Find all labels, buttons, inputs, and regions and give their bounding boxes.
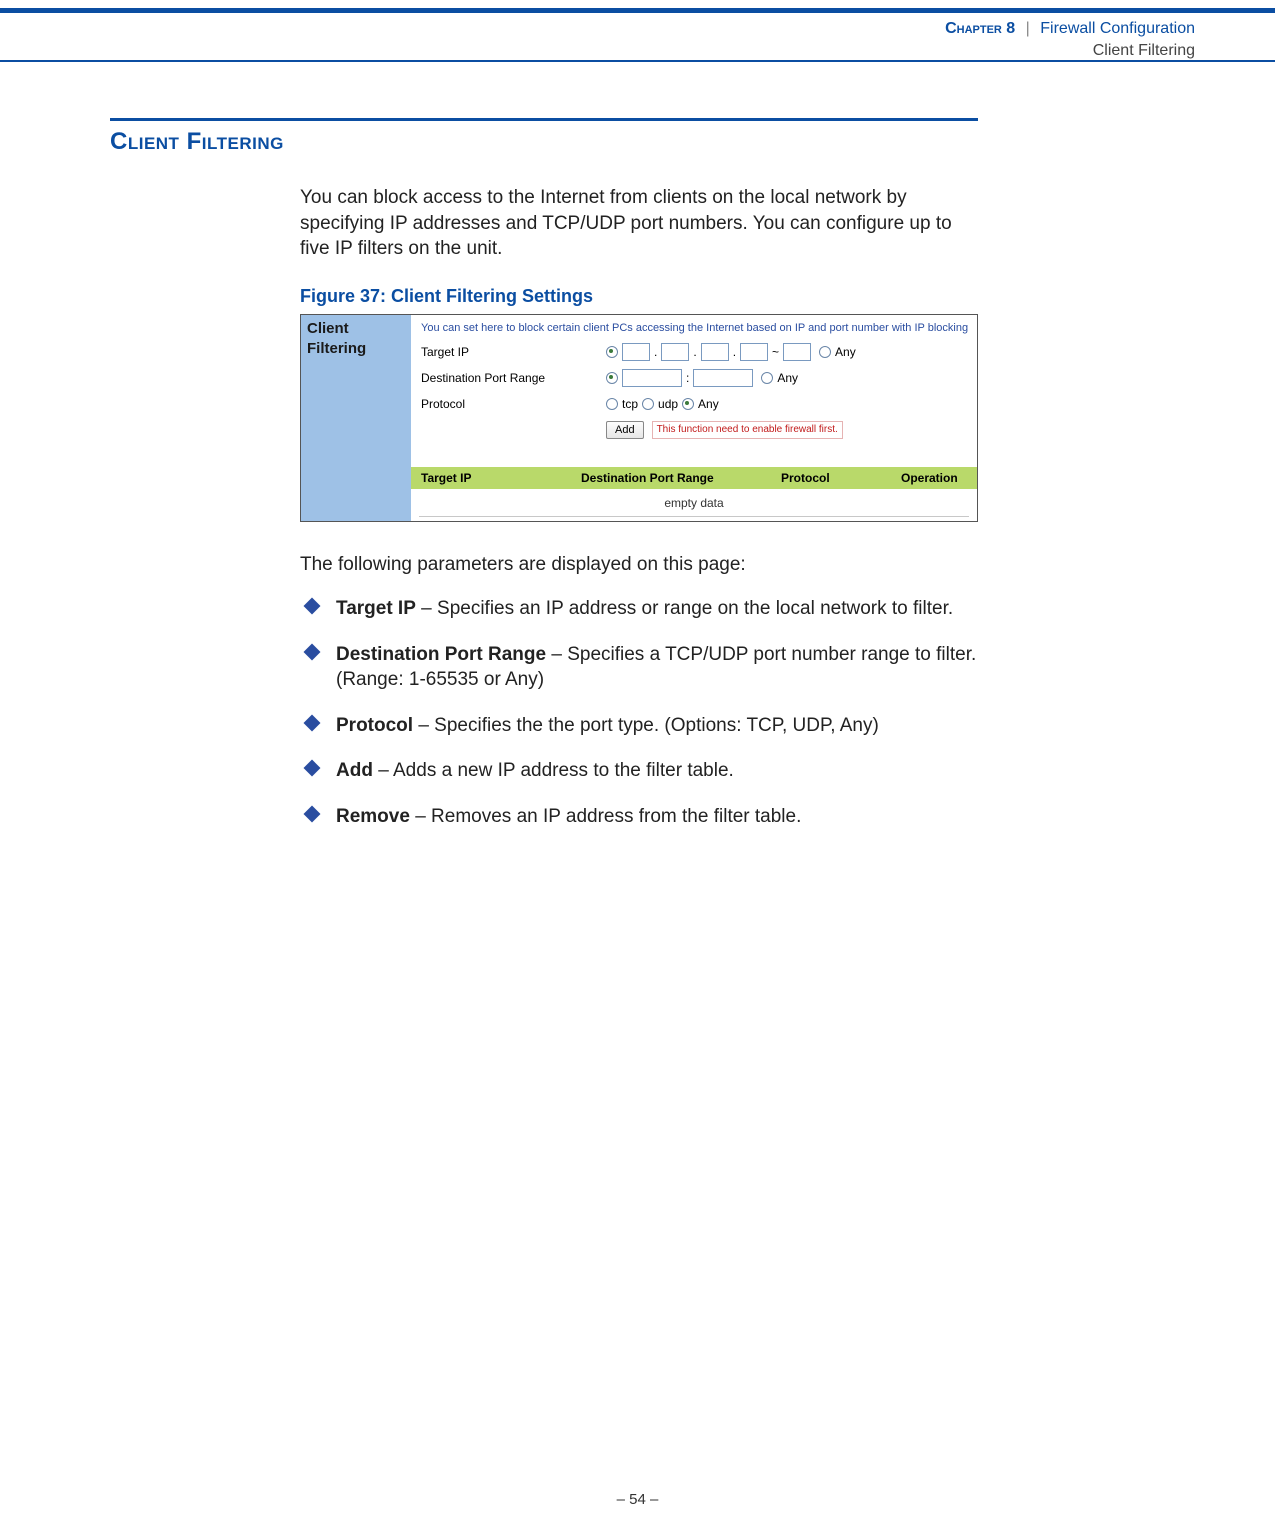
add-button[interactable]: Add xyxy=(606,421,644,440)
diamond-bullet-icon xyxy=(304,714,321,731)
label-target-ip: Target IP xyxy=(421,344,606,360)
param-term: Target IP xyxy=(336,598,416,619)
radio-target-ip-specific[interactable] xyxy=(606,346,618,358)
ip-octet-3[interactable] xyxy=(701,343,729,361)
ip-octet-2[interactable] xyxy=(661,343,689,361)
section-intro: You can block access to the Internet fro… xyxy=(300,185,978,262)
row-protocol: Protocol tcp udp Any xyxy=(421,394,969,414)
row-add: Add This function need to enable firewal… xyxy=(421,420,969,440)
section-title: Client Filtering xyxy=(110,128,284,156)
ip-tilde: ~ xyxy=(772,344,779,360)
label-target-ip-any: Any xyxy=(835,344,856,360)
label-port-any: Any xyxy=(777,370,798,386)
ip-octet-end[interactable] xyxy=(783,343,811,361)
label-dest-port: Destination Port Range xyxy=(421,370,606,386)
header-subsection: Client Filtering xyxy=(945,40,1195,62)
param-desc: – Removes an IP address from the filter … xyxy=(410,806,801,827)
ip-octet-4[interactable] xyxy=(740,343,768,361)
param-term: Protocol xyxy=(336,715,413,736)
param-item-remove: Remove – Removes an IP address from the … xyxy=(300,804,978,830)
header-separator: | xyxy=(1020,20,1036,37)
label-proto-tcp: tcp xyxy=(622,396,638,412)
figure-side-label: Client Filtering xyxy=(307,319,411,360)
figure-sidebar: Client Filtering xyxy=(301,315,411,521)
param-desc: – Adds a new IP address to the filter ta… xyxy=(373,760,734,781)
diamond-bullet-icon xyxy=(304,806,321,823)
followup-text: The following parameters are displayed o… xyxy=(300,552,978,578)
label-proto-any: Any xyxy=(698,396,719,412)
firewall-warning: This function need to enable firewall fi… xyxy=(652,421,843,439)
figure-intro-line: You can set here to block certain client… xyxy=(421,321,969,336)
chapter-title: Firewall Configuration xyxy=(1040,20,1195,37)
chapter-label: Chapter 8 xyxy=(945,20,1015,37)
param-term: Add xyxy=(336,760,373,781)
row-dest-port: Destination Port Range : Any xyxy=(421,368,969,388)
radio-proto-udp[interactable] xyxy=(642,398,654,410)
th-target-ip: Target IP xyxy=(421,470,581,486)
label-proto-udp: udp xyxy=(658,396,678,412)
radio-port-any[interactable] xyxy=(761,372,773,384)
table-bottom-line xyxy=(419,516,969,517)
header-underline xyxy=(0,60,1275,62)
figure-client-filtering: Client Filtering You can set here to blo… xyxy=(300,314,978,522)
section-rule xyxy=(110,118,978,121)
param-desc: – Specifies the the port type. (Options:… xyxy=(413,715,879,736)
port-end[interactable] xyxy=(693,369,753,387)
param-item-protocol: Protocol – Specifies the the port type. … xyxy=(300,713,978,739)
ip-octet-1[interactable] xyxy=(622,343,650,361)
radio-proto-any[interactable] xyxy=(682,398,694,410)
param-item-add: Add – Adds a new IP address to the filte… xyxy=(300,758,978,784)
radio-target-ip-any[interactable] xyxy=(819,346,831,358)
diamond-bullet-icon xyxy=(304,597,321,614)
table-empty-text: empty data xyxy=(411,495,977,511)
ip-dot-2: . xyxy=(693,344,696,360)
diamond-bullet-icon xyxy=(304,643,321,660)
label-protocol: Protocol xyxy=(421,396,606,412)
radio-proto-tcp[interactable] xyxy=(606,398,618,410)
figure-caption: Figure 37: Client Filtering Settings xyxy=(300,284,978,308)
port-sep: : xyxy=(686,370,689,386)
ip-dot-3: . xyxy=(733,344,736,360)
th-operation: Operation xyxy=(901,470,977,486)
ip-dot-1: . xyxy=(654,344,657,360)
top-accent-rule xyxy=(0,8,1275,13)
param-item-dest-port: Destination Port Range – Specifies a TCP… xyxy=(300,642,978,693)
radio-port-specific[interactable] xyxy=(606,372,618,384)
param-item-target-ip: Target IP – Specifies an IP address or r… xyxy=(300,596,978,622)
th-dest-port: Destination Port Range xyxy=(581,470,781,486)
param-list: Target IP – Specifies an IP address or r… xyxy=(300,596,978,830)
page-header: Chapter 8 | Firewall Configuration Clien… xyxy=(945,18,1195,61)
param-term: Remove xyxy=(336,806,410,827)
port-start[interactable] xyxy=(622,369,682,387)
diamond-bullet-icon xyxy=(304,760,321,777)
th-protocol: Protocol xyxy=(781,470,901,486)
filter-table-header: Target IP Destination Port Range Protoco… xyxy=(411,467,977,489)
param-desc: – Specifies an IP address or range on th… xyxy=(416,598,953,619)
param-term: Destination Port Range xyxy=(336,644,546,665)
page-number: – 54 – xyxy=(0,1491,1275,1508)
row-target-ip: Target IP . . . ~ Any xyxy=(421,342,969,362)
